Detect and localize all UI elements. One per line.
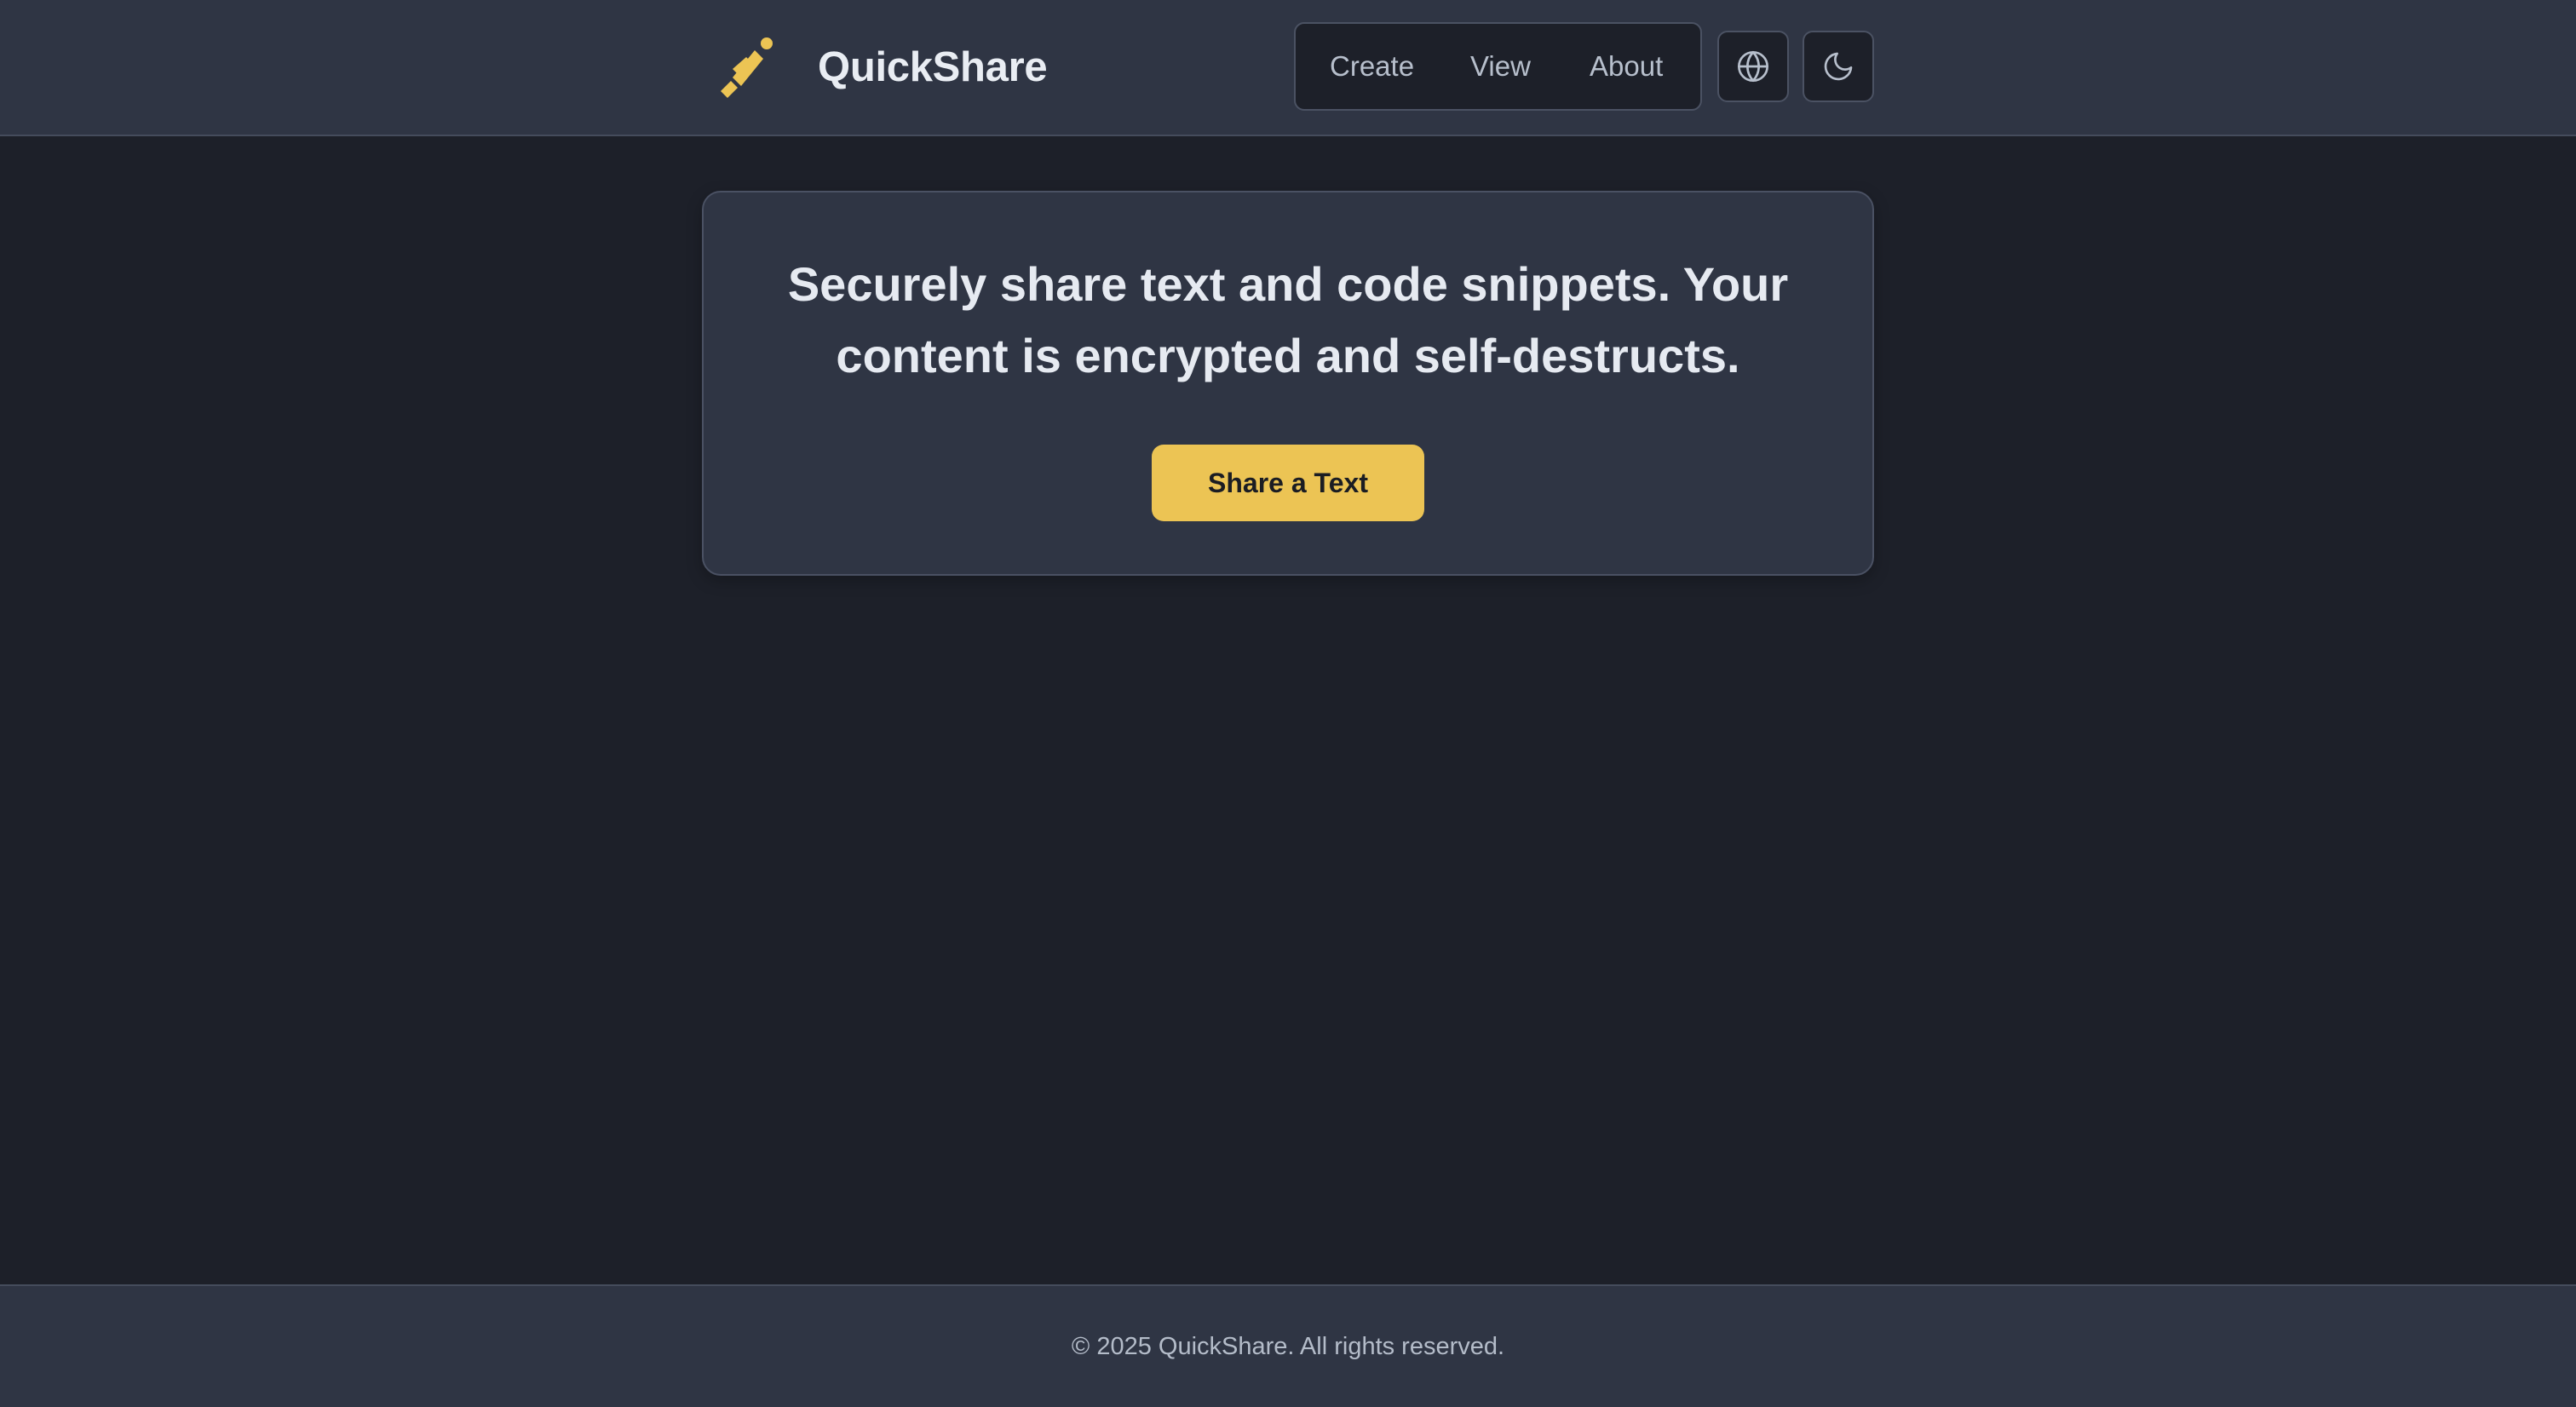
footer: © 2025 QuickShare. All rights reserved. [0, 1284, 2576, 1407]
app-name: QuickShare [818, 44, 1048, 90]
language-button[interactable] [1717, 31, 1789, 102]
hero-title: Securely share text and code snippets. Y… [787, 257, 1789, 382]
main-nav: Create View About [1294, 22, 1702, 111]
nav-about[interactable]: About [1590, 24, 1663, 109]
hero-card: Securely share text and code snippets. Y… [702, 191, 1874, 576]
theme-toggle-button[interactable] [1803, 31, 1874, 102]
top-header: QuickShare Create View About [0, 0, 2576, 136]
brand[interactable]: QuickShare [712, 32, 1048, 102]
copyright-text: © 2025 QuickShare. All rights reserved. [1071, 1333, 1505, 1360]
brush-logo-icon [721, 37, 773, 98]
nav-view[interactable]: View [1470, 24, 1531, 109]
moon-icon [1824, 52, 1853, 81]
nav-create[interactable]: Create [1330, 24, 1414, 109]
share-text-button[interactable]: Share a Text [1152, 445, 1424, 521]
globe-icon [1738, 51, 1768, 82]
